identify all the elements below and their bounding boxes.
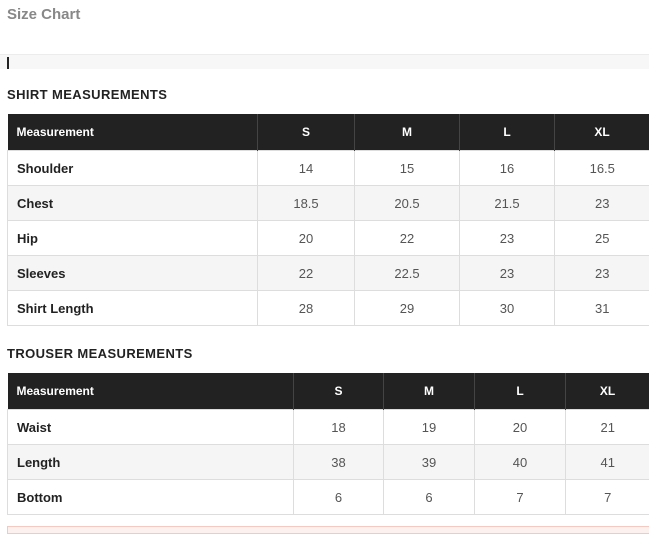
table-cell: 22	[355, 221, 460, 256]
page-title: Size Chart	[7, 6, 80, 23]
table-cell: 29	[355, 291, 460, 326]
trouser-section-heading: TROUSER MEASUREMENTS	[7, 346, 193, 361]
row-label: Waist	[8, 410, 294, 445]
table-cell: 39	[384, 445, 475, 480]
table-cell: 20	[258, 221, 355, 256]
column-header-measurement: Measurement	[8, 373, 294, 410]
table-row: Bottom 6 6 7 7	[8, 480, 649, 515]
table-row: Length 38 39 40 41	[8, 445, 649, 480]
table-header-row: Measurement S M L XL	[8, 373, 649, 410]
column-header-xl: XL	[566, 373, 649, 410]
table-cell: 23	[555, 186, 649, 221]
table-cell: 40	[475, 445, 566, 480]
table-cell: 6	[384, 480, 475, 515]
table-cell: 41	[566, 445, 649, 480]
table-cell: 7	[566, 480, 649, 515]
table-cell: 23	[460, 256, 555, 291]
table-row: Chest 18.5 20.5 21.5 23	[8, 186, 649, 221]
trouser-size-table: Measurement S M L XL Waist 18 19 20 21 L…	[7, 373, 649, 515]
table-cell: 30	[460, 291, 555, 326]
table-cell: 21.5	[460, 186, 555, 221]
table-cell: 15	[355, 151, 460, 186]
table-cell: 23	[460, 221, 555, 256]
table-row: Shoulder 14 15 16 16.5	[8, 151, 649, 186]
table-cell: 21	[566, 410, 649, 445]
table-cell: 28	[258, 291, 355, 326]
row-label: Length	[8, 445, 294, 480]
column-header-measurement: Measurement	[8, 114, 258, 151]
table-cell: 20	[475, 410, 566, 445]
row-label: Hip	[8, 221, 258, 256]
table-row: Shirt Length 28 29 30 31	[8, 291, 649, 326]
notice-strip	[7, 526, 649, 534]
column-header-s: S	[258, 114, 355, 151]
column-header-l: L	[460, 114, 555, 151]
column-header-xl: XL	[555, 114, 649, 151]
table-row: Sleeves 22 22.5 23 23	[8, 256, 649, 291]
table-cell: 31	[555, 291, 649, 326]
row-label: Shirt Length	[8, 291, 258, 326]
table-header-row: Measurement S M L XL	[8, 114, 649, 151]
column-header-s: S	[294, 373, 384, 410]
table-cell: 18	[294, 410, 384, 445]
shirt-size-table: Measurement S M L XL Shoulder 14 15 16 1…	[7, 114, 649, 326]
table-cell: 6	[294, 480, 384, 515]
table-cell: 23	[555, 256, 649, 291]
table-cell: 20.5	[355, 186, 460, 221]
row-label: Bottom	[8, 480, 294, 515]
table-cell: 38	[294, 445, 384, 480]
text-cursor-icon	[7, 57, 9, 69]
table-cell: 16.5	[555, 151, 649, 186]
row-label: Shoulder	[8, 151, 258, 186]
tab-bar	[0, 54, 649, 69]
table-cell: 25	[555, 221, 649, 256]
table-row: Hip 20 22 23 25	[8, 221, 649, 256]
table-cell: 19	[384, 410, 475, 445]
table-cell: 14	[258, 151, 355, 186]
table-cell: 22	[258, 256, 355, 291]
column-header-m: M	[355, 114, 460, 151]
table-cell: 7	[475, 480, 566, 515]
row-label: Sleeves	[8, 256, 258, 291]
table-cell: 18.5	[258, 186, 355, 221]
shirt-section-heading: SHIRT MEASUREMENTS	[7, 87, 167, 102]
row-label: Chest	[8, 186, 258, 221]
column-header-m: M	[384, 373, 475, 410]
table-cell: 16	[460, 151, 555, 186]
table-cell: 22.5	[355, 256, 460, 291]
column-header-l: L	[475, 373, 566, 410]
table-row: Waist 18 19 20 21	[8, 410, 649, 445]
